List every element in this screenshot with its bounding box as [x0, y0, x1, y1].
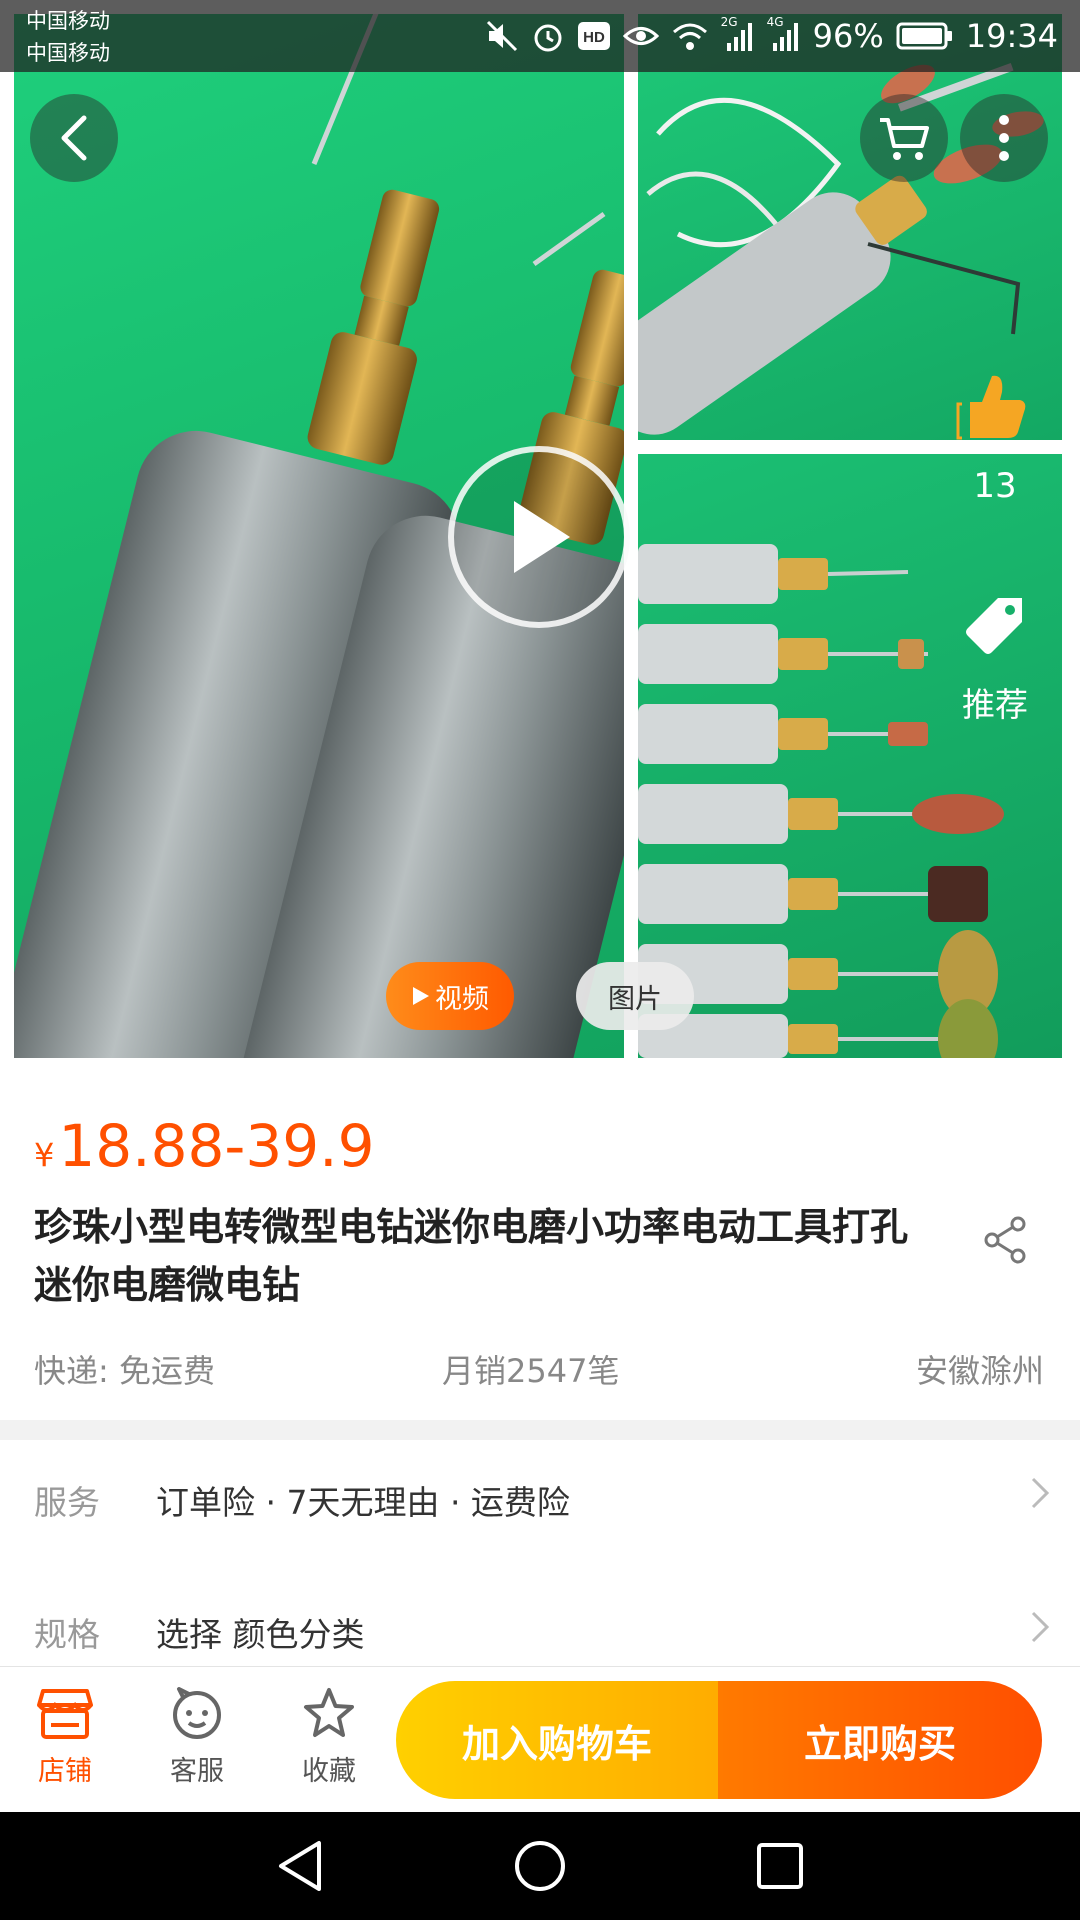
shipping-info: 快递: 免运费	[34, 1352, 215, 1390]
attachments-illustration	[638, 544, 1004, 1058]
mute-icon	[486, 20, 517, 52]
hd-icon: HD	[577, 22, 610, 50]
square-recents-icon	[757, 1843, 803, 1889]
price: ¥ 18.88-39.9	[34, 1112, 374, 1180]
favorite-button[interactable]: 收藏	[284, 1687, 374, 1788]
service-row[interactable]: 服务 订单险 · 7天无理由 · 运费险	[0, 1440, 1080, 1554]
customer-service-button[interactable]: 客服	[152, 1687, 242, 1788]
eye-icon	[622, 27, 659, 45]
play-small-icon	[413, 987, 429, 1005]
nav-back-button[interactable]	[268, 1834, 332, 1898]
attachments-image[interactable]	[638, 454, 1062, 1058]
purchase-buttons: 加入购物车 立即购买	[396, 1681, 1042, 1799]
carrier-name: 中国移动	[26, 9, 110, 33]
star-icon	[304, 1688, 354, 1737]
favorite-label: 收藏	[302, 1756, 356, 1787]
spec-value: 选择 颜色分类	[156, 1615, 365, 1654]
battery-icon	[896, 22, 952, 50]
more-vertical-icon	[999, 115, 1009, 161]
battery-percent: 96%	[812, 17, 884, 55]
chevron-right-icon	[1031, 1611, 1050, 1643]
clock: 19:34	[965, 17, 1058, 55]
network-2g-label: 2G	[720, 15, 738, 29]
shop-button[interactable]: 店铺	[20, 1687, 110, 1788]
status-bar: 中国移动 中国移动 HD 2G 4G 96% 19:34	[0, 0, 1080, 72]
product-title: 珍珠小型电转微型电钻迷你电磨小功率电动工具打孔迷你电磨微电钻	[34, 1205, 909, 1307]
shop-label: 店铺	[38, 1756, 92, 1787]
ship-from-location: 安徽滁州	[915, 1352, 1044, 1390]
network-4g-label: 4G	[766, 15, 784, 29]
service-value: 订单险 · 7天无理由 · 运费险	[156, 1483, 570, 1522]
svg-text:HD: HD	[583, 29, 605, 46]
cart-button[interactable]	[860, 94, 948, 182]
video-tab-label: 视频	[435, 983, 489, 1015]
back-button[interactable]	[30, 94, 118, 182]
tag-icon[interactable]	[962, 594, 1026, 662]
alarm-icon	[534, 24, 562, 52]
nav-recents-button[interactable]	[748, 1834, 812, 1898]
system-navigation-bar	[0, 1812, 1080, 1920]
more-options-button[interactable]	[960, 94, 1048, 182]
customer-service-label: 客服	[170, 1756, 224, 1787]
play-icon	[514, 501, 570, 573]
play-video-button[interactable]	[448, 446, 630, 628]
add-to-cart-button[interactable]: 加入购物车	[396, 1681, 718, 1799]
wifi-icon	[672, 23, 707, 50]
currency-symbol: ¥	[34, 1136, 55, 1174]
chevron-left-icon	[61, 115, 87, 161]
chevron-right-icon	[1031, 1477, 1050, 1509]
service-label: 服务	[34, 1483, 100, 1522]
share-icon[interactable]	[984, 1216, 1028, 1268]
customer-service-icon	[173, 1687, 221, 1739]
video-tab[interactable]: 视频	[386, 962, 514, 1030]
bottom-action-bar: 店铺 客服 收藏 加入购物车 立即购买	[0, 1666, 1080, 1812]
price-range: 18.88-39.9	[58, 1112, 375, 1180]
shop-icon	[37, 1689, 93, 1739]
carrier-name-secondary: 中国移动	[26, 41, 110, 65]
cart-icon	[880, 118, 929, 160]
nav-home-button[interactable]	[508, 1834, 572, 1898]
recommend-label[interactable]: 推荐	[955, 678, 1035, 726]
recommend-count: 13	[973, 466, 1017, 506]
image-tab[interactable]: 图片	[576, 962, 694, 1030]
spec-label: 规格	[34, 1615, 100, 1654]
image-tab-label: 图片	[608, 983, 662, 1015]
product-gallery[interactable]: 13 推荐 视频 图片	[0, 0, 1080, 1078]
circle-home-icon	[515, 1841, 565, 1891]
spec-row[interactable]: 规格 选择 颜色分类	[0, 1554, 1080, 1666]
triangle-back-icon	[279, 1841, 321, 1891]
product-info: ¥ 18.88-39.9 珍珠小型电转微型电钻迷你电磨小功率电动工具打孔迷你电磨…	[0, 1078, 1080, 1420]
buy-now-button[interactable]: 立即购买	[718, 1681, 1042, 1799]
thumbs-up-icon[interactable]	[956, 370, 1028, 444]
monthly-sales: 月销2547笔	[442, 1352, 620, 1390]
